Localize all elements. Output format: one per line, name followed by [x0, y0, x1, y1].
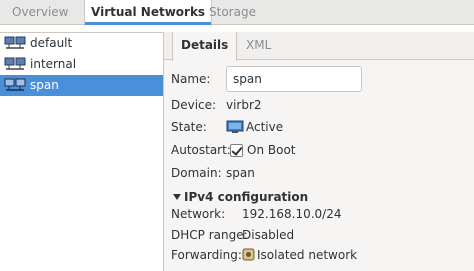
details-panel: Details XML Name: Device: virbr2 State: … [164, 32, 474, 271]
network-item-default[interactable]: default [0, 33, 163, 54]
domain-value: span [226, 166, 255, 180]
dhcp-value: Disabled [242, 228, 295, 242]
name-label: Name: [171, 72, 211, 86]
network-label: span [30, 78, 59, 92]
device-value: virbr2 [226, 98, 262, 112]
tab-details[interactable]: Details [172, 32, 238, 61]
tab-virtual-networks[interactable]: Virtual Networks [84, 0, 213, 26]
network-value: 192.168.10.0/24 [242, 207, 342, 221]
tab-xml[interactable]: XML [246, 32, 271, 60]
name-input[interactable] [226, 66, 362, 92]
forwarding-label: Forwarding: [171, 248, 242, 262]
network-label: default [30, 36, 73, 50]
network-item-internal[interactable]: internal [0, 54, 163, 75]
autostart-value[interactable]: On Boot [247, 143, 296, 157]
network-icon [4, 36, 26, 49]
isolated-network-icon [242, 248, 255, 261]
network-label: Network: [171, 207, 226, 221]
network-item-span[interactable]: span [0, 75, 163, 96]
autostart-label: Autostart: [171, 143, 231, 157]
tab-overview[interactable]: Overview [8, 0, 73, 25]
network-icon [4, 78, 26, 91]
monitor-icon [226, 120, 244, 133]
autostart-checkbox[interactable] [230, 144, 243, 157]
expander-triangle-icon[interactable] [173, 194, 181, 200]
main-tab-bar: Overview Virtual Networks Storage [0, 0, 474, 26]
ipv4-heading[interactable]: IPv4 configuration [184, 190, 308, 204]
tab-storage[interactable]: Storage [205, 0, 260, 25]
state-value: Active [246, 120, 284, 134]
device-label: Device: [171, 98, 217, 112]
details-tab-bar: Details XML [164, 32, 474, 61]
network-label: internal [30, 57, 77, 71]
forwarding-value: Isolated network [257, 248, 358, 262]
state-label: State: [171, 120, 207, 134]
dhcp-label: DHCP range: [171, 228, 248, 242]
network-icon [4, 57, 26, 70]
domain-label: Domain: [171, 166, 222, 180]
network-list: default internal span [0, 32, 164, 271]
